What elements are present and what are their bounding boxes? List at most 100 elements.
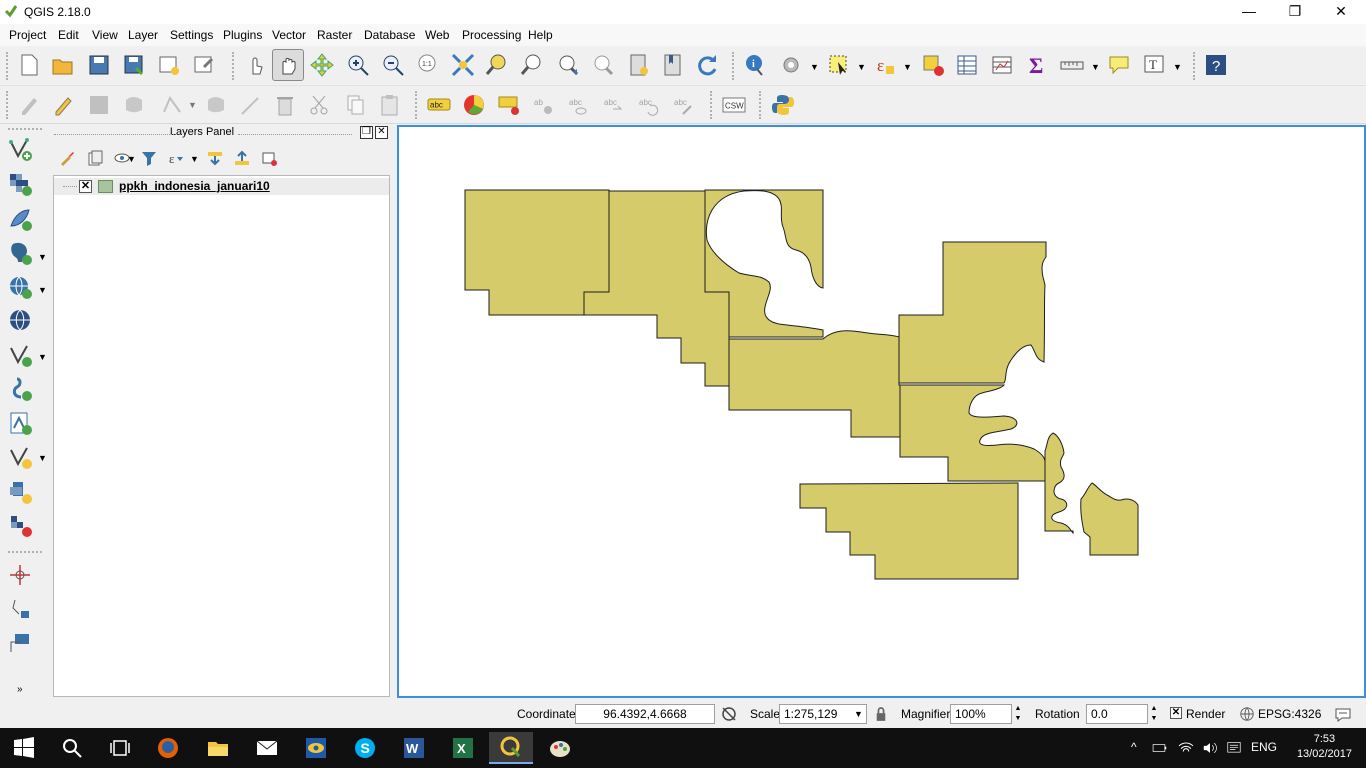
add-wcs-layer-icon[interactable] bbox=[5, 477, 35, 507]
add-oracle-layer-icon[interactable] bbox=[5, 408, 35, 438]
new-bookmark-icon[interactable] bbox=[624, 50, 654, 80]
chevron-down-icon[interactable]: ▼ bbox=[190, 154, 199, 164]
add-spatialite-layer-icon[interactable] bbox=[5, 204, 35, 234]
menu-project[interactable]: Project bbox=[9, 28, 46, 42]
magnifier-field[interactable]: 100% bbox=[950, 704, 1012, 724]
crosshair-icon[interactable] bbox=[5, 560, 35, 590]
word-icon[interactable]: W bbox=[392, 732, 436, 764]
menu-web[interactable]: Web bbox=[425, 28, 449, 42]
filter-legend-icon[interactable] bbox=[137, 146, 161, 170]
paint-icon[interactable] bbox=[538, 732, 582, 764]
zoom-full-icon[interactable] bbox=[448, 50, 478, 80]
crs-globe-icon[interactable] bbox=[1237, 704, 1257, 724]
vertex-edit-icon[interactable] bbox=[236, 90, 266, 120]
run-feature-action-icon[interactable] bbox=[776, 50, 806, 80]
menu-vector[interactable]: Vector bbox=[272, 28, 306, 42]
map-features[interactable] bbox=[399, 127, 1364, 696]
zoom-last-icon[interactable] bbox=[553, 50, 583, 80]
toolbar-grip[interactable] bbox=[8, 551, 42, 553]
eye-app-icon[interactable] bbox=[294, 732, 338, 764]
map-canvas[interactable] bbox=[397, 125, 1366, 698]
zoom-in-icon[interactable] bbox=[343, 50, 373, 80]
chevron-down-icon[interactable]: ▼ bbox=[854, 709, 863, 719]
chevron-down-icon[interactable]: ▼ bbox=[38, 453, 47, 463]
rotate-label-icon[interactable]: abc bbox=[599, 90, 629, 120]
node-tool-icon[interactable] bbox=[158, 90, 188, 120]
minimize-button[interactable]: — bbox=[1226, 0, 1272, 24]
add-raster-layer-icon[interactable] bbox=[5, 169, 35, 199]
style-manager-icon[interactable] bbox=[55, 146, 79, 170]
chevron-down-icon[interactable]: ▼ bbox=[188, 100, 197, 110]
filter-by-expression-icon[interactable]: ε bbox=[164, 146, 188, 170]
add-wfs-layer-icon[interactable] bbox=[5, 305, 35, 335]
cut-features-icon[interactable] bbox=[305, 90, 335, 120]
select-by-expression-icon[interactable]: ε bbox=[870, 50, 900, 80]
identify-features-icon[interactable]: i bbox=[740, 50, 770, 80]
paste-features-icon[interactable] bbox=[375, 90, 405, 120]
pin-labels-icon[interactable] bbox=[494, 90, 524, 120]
show-bookmarks-icon[interactable] bbox=[658, 50, 688, 80]
menu-database[interactable]: Database bbox=[364, 28, 415, 42]
menu-layer[interactable]: Layer bbox=[128, 28, 158, 42]
volume-icon[interactable] bbox=[1197, 732, 1223, 764]
toolbar-grip[interactable] bbox=[6, 52, 12, 80]
menu-view[interactable]: View bbox=[92, 28, 118, 42]
maximize-button[interactable]: ❐ bbox=[1272, 0, 1318, 24]
field-calculator-icon[interactable] bbox=[987, 50, 1017, 80]
expand-all-icon[interactable] bbox=[203, 146, 227, 170]
toggle-editing-icon[interactable] bbox=[48, 90, 78, 120]
action-center-icon[interactable] bbox=[1221, 732, 1247, 764]
show-hide-labels-icon[interactable]: ab bbox=[529, 90, 559, 120]
add-delimited-text-layer-icon[interactable] bbox=[5, 340, 35, 370]
help-icon[interactable]: ? bbox=[1201, 50, 1231, 80]
refresh-icon[interactable] bbox=[692, 50, 722, 80]
task-view-icon[interactable] bbox=[98, 732, 142, 764]
menu-plugins[interactable]: Plugins bbox=[223, 28, 262, 42]
wifi-icon[interactable] bbox=[1173, 732, 1199, 764]
new-print-composer-icon[interactable] bbox=[154, 50, 184, 80]
move-label-icon[interactable]: abc bbox=[564, 90, 594, 120]
layer-diagram-icon[interactable] bbox=[459, 90, 489, 120]
save-edits-icon[interactable] bbox=[84, 90, 114, 120]
render-checkbox[interactable]: ✕ bbox=[1170, 707, 1182, 719]
select-features-icon[interactable] bbox=[824, 50, 854, 80]
layer-item[interactable]: ✕ ppkh_indonesia_januari10 bbox=[54, 178, 389, 195]
menu-help[interactable]: Help bbox=[528, 28, 553, 42]
menu-raster[interactable]: Raster bbox=[317, 28, 352, 42]
toolbar-grip[interactable] bbox=[732, 52, 738, 80]
float-panel-button[interactable]: ❐ bbox=[360, 126, 373, 139]
change-label-icon[interactable]: abc bbox=[634, 90, 664, 120]
chevron-down-icon[interactable]: ▼ bbox=[38, 285, 47, 295]
layer-labeling-icon[interactable]: abc bbox=[424, 90, 454, 120]
zoom-to-layer-icon[interactable] bbox=[517, 50, 547, 80]
toolbar-grip[interactable] bbox=[710, 91, 716, 119]
menu-edit[interactable]: Edit bbox=[58, 28, 79, 42]
battery-icon[interactable] bbox=[1147, 732, 1173, 764]
system-clock[interactable]: 7:53 13/02/2017 bbox=[1297, 732, 1352, 762]
add-virtual-layer-icon[interactable] bbox=[5, 374, 35, 404]
more-tools-chevron-icon[interactable]: » bbox=[17, 684, 23, 695]
toolbar-grip[interactable] bbox=[8, 128, 42, 130]
measure-line-icon[interactable] bbox=[1057, 50, 1087, 80]
skype-icon[interactable]: S bbox=[343, 732, 387, 764]
toolbar-grip[interactable] bbox=[759, 91, 765, 119]
add-postgis-layer-icon[interactable] bbox=[5, 238, 35, 268]
chevron-down-icon[interactable]: ▼ bbox=[38, 352, 47, 362]
attribute-table-icon[interactable] bbox=[952, 50, 982, 80]
menu-settings[interactable]: Settings bbox=[170, 28, 213, 42]
add-wms-layer-icon[interactable] bbox=[5, 272, 35, 302]
crs-status[interactable]: EPSG:4326 bbox=[1258, 707, 1321, 721]
open-project-icon[interactable] bbox=[48, 50, 78, 80]
coordinate-field[interactable]: 96.4392,4.6668 bbox=[575, 704, 715, 724]
move-feature-icon[interactable] bbox=[202, 90, 232, 120]
chevron-down-icon[interactable]: ▼ bbox=[810, 62, 819, 72]
save-project-icon[interactable] bbox=[84, 50, 114, 80]
python-console-icon[interactable] bbox=[768, 90, 798, 120]
chevron-down-icon[interactable]: ▼ bbox=[38, 252, 47, 262]
chevron-down-icon[interactable]: ▼ bbox=[1173, 62, 1182, 72]
chevron-down-icon[interactable]: ▼ bbox=[903, 62, 912, 72]
composer-manager-icon[interactable] bbox=[189, 50, 219, 80]
add-group-icon[interactable] bbox=[83, 146, 107, 170]
excel-icon[interactable]: X bbox=[441, 732, 485, 764]
magnifier-stepper[interactable]: ▲ ▼ bbox=[1012, 704, 1024, 724]
